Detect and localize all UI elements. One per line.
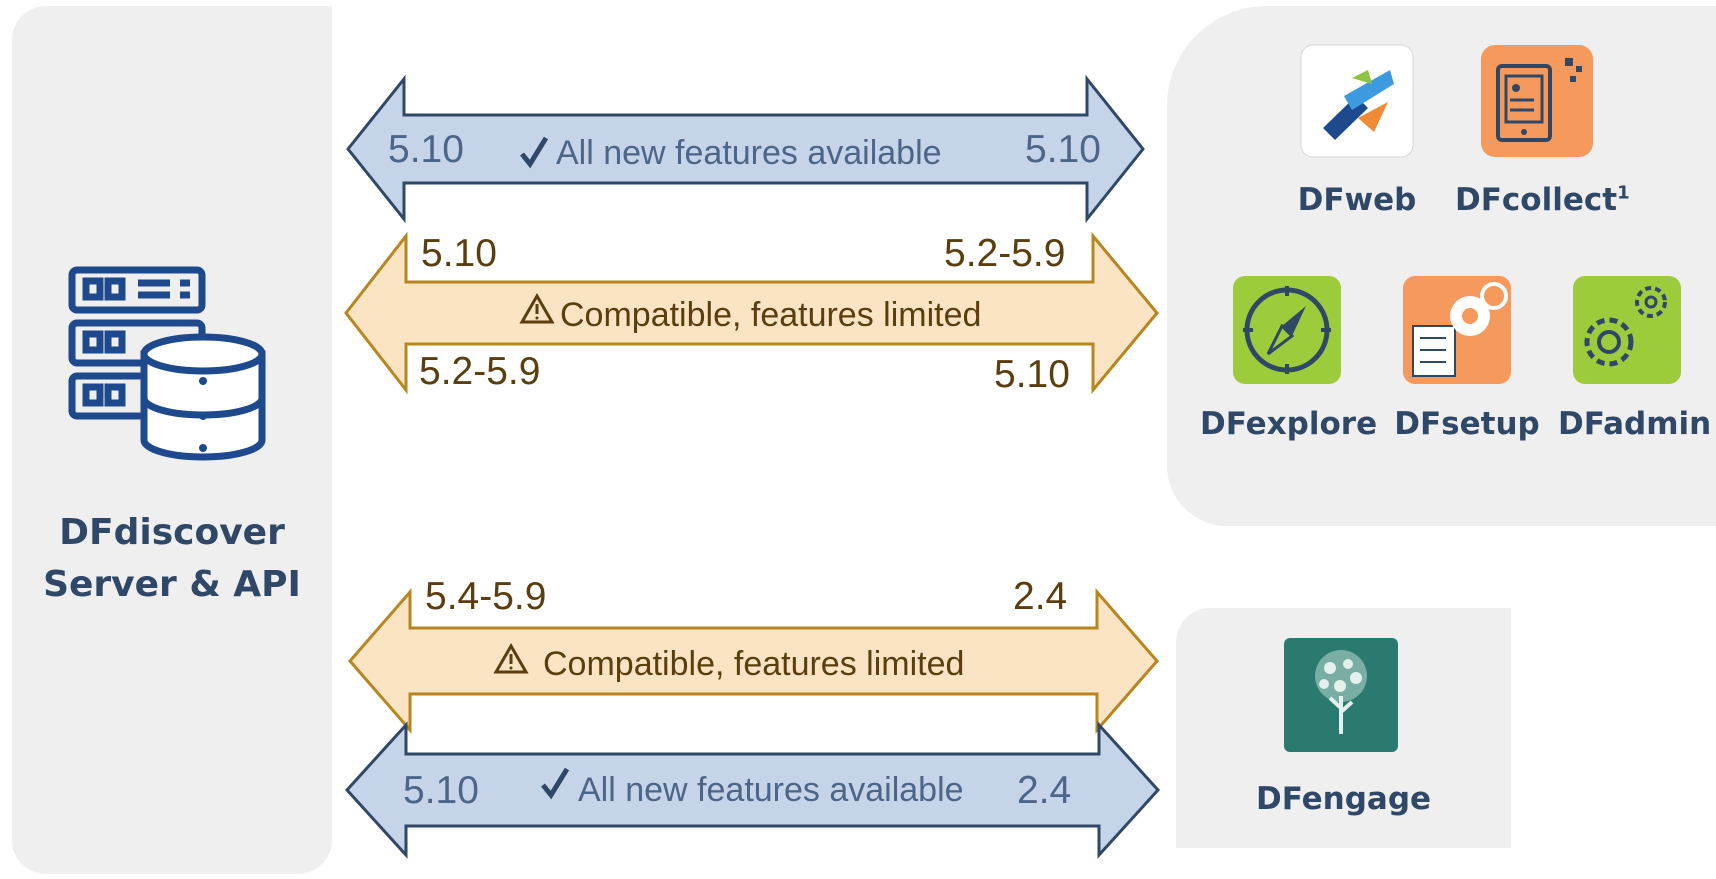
arrow-3-message: Compatible, features limited [543,645,965,683]
arrow-2-top-right-version: 5.2-5.9 [944,232,1066,275]
dfengage-app-icon [1284,638,1398,752]
arrow-2-bottom-left-version: 5.2-5.9 [419,350,541,393]
dfsetup-label: DFsetup [1394,406,1540,442]
dfadmin-label: DFadmin [1558,406,1712,442]
dfexplore-label: DFexplore [1200,406,1378,442]
dfengage-label: DFengage [1256,781,1432,817]
arrow-4-left-version: 5.10 [403,769,479,812]
arrow-3-top-right-version: 2.4 [1013,575,1068,618]
dfcollect-app-icon [1481,45,1593,157]
dfsetup-app-icon [1403,276,1511,384]
arrow-2-bottom-right-version: 5.10 [994,353,1070,396]
arrow-4-message: All new features available [578,771,964,809]
dfcollect-footnote: 1 [1617,182,1630,204]
arrow-1-left-version: 5.10 [388,128,464,171]
arrow-1-message: All new features available [556,134,942,172]
dfcollect-label: DFcollect1 [1455,182,1630,218]
arrow-1-right-version: 5.10 [1025,128,1101,171]
dfcollect-label-text: DFcollect [1455,182,1618,218]
arrow-2-message: Compatible, features limited [560,296,982,334]
arrow-4-right-version: 2.4 [1017,769,1072,812]
arrow-2-top-left-version: 5.10 [421,232,497,275]
dfweb-app-icon [1300,44,1414,158]
arrow-3-top-left-version: 5.4-5.9 [425,575,547,618]
dfweb-label: DFweb [1297,182,1417,218]
dfadmin-app-icon [1573,276,1681,384]
dfexplore-app-icon [1233,276,1341,384]
